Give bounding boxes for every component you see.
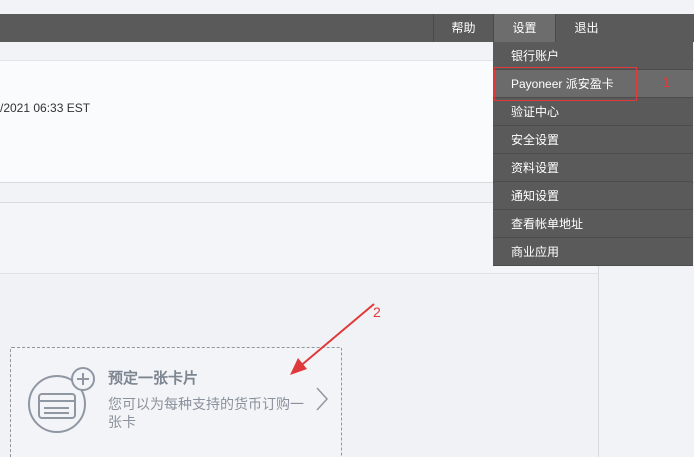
last-login-timestamp: /2021 06:33 EST xyxy=(0,101,91,115)
logout-link[interactable]: 退出 xyxy=(555,14,617,42)
order-card-description: 您可以为每种支持的货币订购一张卡 xyxy=(108,396,304,430)
menu-item-notification-settings[interactable]: 通知设置 xyxy=(493,182,693,210)
menu-item-verification-center[interactable]: 验证中心 xyxy=(493,98,693,126)
annotation-step-1: 1 xyxy=(662,74,670,90)
card-add-icon xyxy=(28,367,95,433)
menu-item-profile-settings[interactable]: 资料设置 xyxy=(493,154,693,182)
order-card-title: 预定一张卡片 xyxy=(108,370,199,387)
annotation-arrow-icon xyxy=(290,303,375,375)
annotation-highlight-box xyxy=(494,67,637,101)
settings-link[interactable]: 设置 xyxy=(493,14,555,42)
menu-item-security-settings[interactable]: 安全设置 xyxy=(493,126,693,154)
menu-item-bank-account[interactable]: 银行账户 xyxy=(493,42,693,70)
menu-item-billing-address[interactable]: 查看帐单地址 xyxy=(493,210,693,238)
help-link[interactable]: 帮助 xyxy=(433,14,493,42)
chevron-right-icon xyxy=(316,387,329,411)
top-navigation-bar: 帮助 设置 退出 xyxy=(0,14,694,42)
menu-item-business-apps[interactable]: 商业应用 xyxy=(493,238,693,266)
top-nav-menu: 帮助 设置 退出 xyxy=(433,14,617,42)
